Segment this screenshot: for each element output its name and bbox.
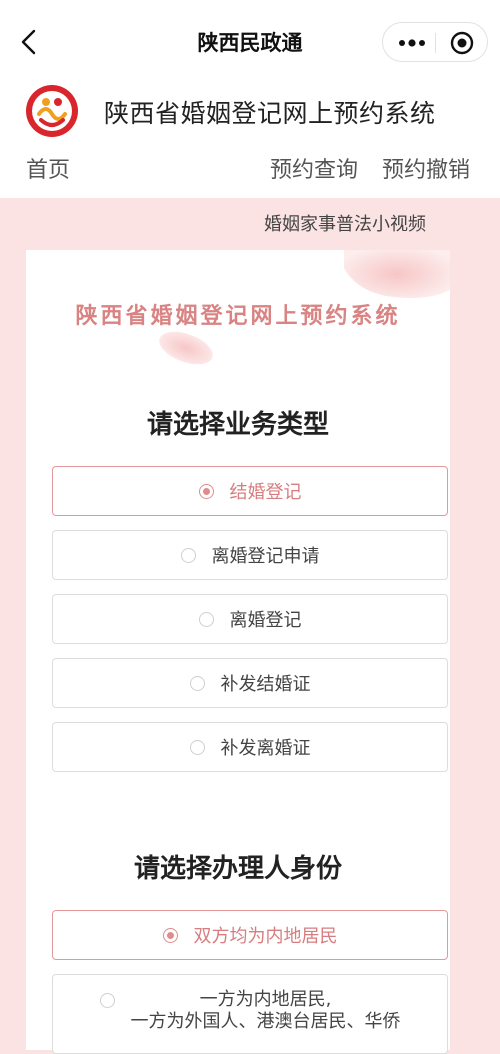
radio-icon [99,993,115,1008]
law-video-link[interactable]: 婚姻家事普法小视频 [264,210,426,236]
nav-appointment-query[interactable]: 预约查询 [270,152,358,184]
banner: 陕西省婚姻登记网上预约系统 [26,250,450,370]
miniapp-capsule [382,22,488,62]
main-card: 陕西省婚姻登记网上预约系统 请选择业务类型 结婚登记 离婚登记申请 离婚登记 补… [26,250,450,1054]
option-divorce-registration[interactable]: 离婚登记 [52,594,448,644]
radio-icon [180,547,196,563]
option-label: 双方均为内地居民 [193,926,338,947]
option-reissue-divorce-cert[interactable]: 补发离婚证 [52,722,448,772]
radio-icon [198,611,214,627]
system-title: 陕西省婚姻登记网上预约系统 [104,99,436,128]
business-type-title: 请选择业务类型 [146,410,329,440]
nav-home[interactable]: 首页 [26,152,70,184]
option-label: 补发离婚证 [220,738,311,759]
option-both-mainland[interactable]: 双方均为内地居民 [52,910,448,960]
option-reissue-marriage-cert[interactable]: 补发结婚证 [52,658,448,708]
radio-icon [189,675,205,691]
more-dots-icon[interactable] [397,33,427,53]
marriage-registration-logo [26,85,78,137]
banner-title: 陕西省婚姻登记网上预约系统 [75,304,401,329]
option-divorce-application[interactable]: 离婚登记申请 [52,530,448,580]
nav-appointment-cancel[interactable]: 预约撤销 [382,152,470,184]
top-bar: 陕西民政通 [0,0,500,84]
option-label: 一方为内地居民, 一方为外国人、港澳台居民、华侨 [131,989,401,1033]
option-label-line2: 一方为外国人、港澳台居民、华侨 [130,1011,401,1032]
option-label-line1: 一方为内地居民, [199,989,332,1010]
target-close-icon[interactable] [449,30,475,56]
option-marriage-registration[interactable]: 结婚登记 [52,466,448,516]
applicant-identity-title: 请选择办理人身份 [133,854,342,884]
site-header: 陕西省婚姻登记网上预约系统 首页 预约查询 预约撤销 [0,84,500,198]
option-label: 离婚登记申请 [211,546,320,567]
option-label: 补发结婚证 [220,674,311,695]
capsule-divider [435,33,436,53]
radio-selected-icon [198,483,214,499]
radio-selected-icon [162,927,178,943]
radio-icon [189,739,205,755]
option-label: 结婚登记 [229,482,302,503]
option-label: 离婚登记 [229,610,302,631]
option-mixed-identity[interactable]: 一方为内地居民, 一方为外国人、港澳台居民、华侨 [52,974,448,1054]
